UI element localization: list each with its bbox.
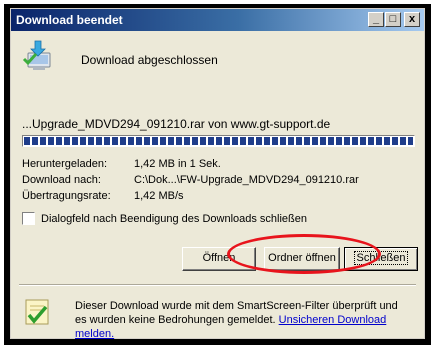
close-button[interactable]: Schließen bbox=[344, 247, 418, 271]
close-window-button[interactable]: x bbox=[404, 12, 420, 27]
download-computer-icon bbox=[22, 40, 51, 70]
downloaded-value: 1,42 MB in 1 Sek. bbox=[134, 158, 221, 170]
window-title: Download beendet bbox=[16, 13, 123, 27]
downloaded-row: Heruntergeladen: 1,42 MB in 1 Sek. bbox=[22, 158, 221, 170]
close-dialog-checkbox-label[interactable]: Dialogfeld nach Beendigung des Downloads… bbox=[41, 213, 307, 225]
file-source-line: ...Upgrade_MDVD294_091210.rar von www.gt… bbox=[22, 117, 331, 131]
open-button[interactable]: Öffnen bbox=[182, 247, 256, 271]
close-button-label: Schließen bbox=[353, 251, 409, 265]
rate-label: Übertragungsrate: bbox=[22, 190, 111, 202]
maximize-button[interactable]: □ bbox=[385, 12, 401, 27]
download-complete-dialog: Download beendet _ □ x Download abgeschl… bbox=[10, 8, 425, 341]
title-bar[interactable]: Download beendet _ □ x bbox=[11, 9, 424, 31]
close-dialog-option[interactable]: Dialogfeld nach Beendigung des Downloads… bbox=[22, 212, 307, 225]
target-row: Download nach: C:\Dok...\FW-Upgrade_MDVD2… bbox=[22, 174, 359, 186]
smartscreen-check-icon bbox=[25, 299, 49, 325]
section-divider bbox=[19, 284, 416, 286]
progress-fill bbox=[24, 137, 413, 145]
target-value: C:\Dok...\FW-Upgrade_MDVD294_091210.rar bbox=[134, 174, 359, 186]
minimize-button[interactable]: _ bbox=[368, 12, 384, 27]
target-label: Download nach: bbox=[22, 174, 101, 186]
close-dialog-checkbox[interactable] bbox=[22, 212, 35, 225]
rate-row: Übertragungsrate: 1,42 MB/s bbox=[22, 190, 184, 202]
progress-bar bbox=[22, 135, 415, 147]
rate-value: 1,42 MB/s bbox=[134, 190, 184, 202]
open-folder-button[interactable]: Ordner öffnen bbox=[264, 247, 340, 271]
smartscreen-notice: Dieser Download wurde mit dem SmartScree… bbox=[75, 299, 411, 341]
downloaded-label: Heruntergeladen: bbox=[22, 158, 108, 170]
dialog-content: Download abgeschlossen ...Upgrade_MDVD29… bbox=[11, 31, 424, 341]
status-message: Download abgeschlossen bbox=[81, 53, 218, 67]
